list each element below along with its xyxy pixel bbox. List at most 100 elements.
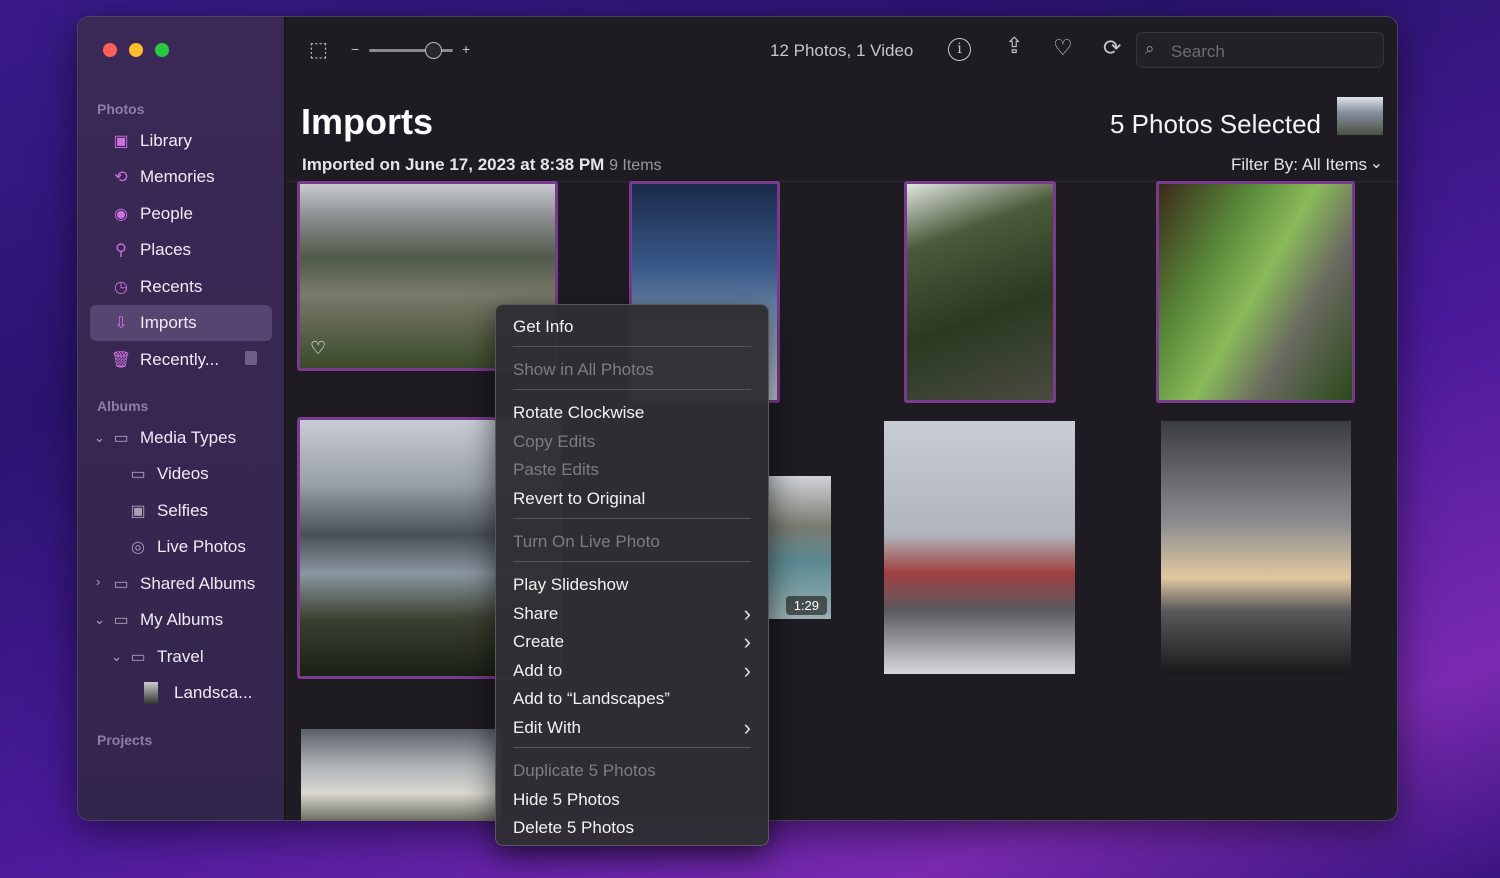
- rotate-icon[interactable]: ⟳: [1103, 35, 1121, 61]
- label: Library: [140, 131, 192, 150]
- search-input[interactable]: ⌕ Search: [1136, 32, 1384, 68]
- menu-item-label: Show in All Photos: [513, 360, 654, 379]
- filter-dropdown[interactable]: Filter By: All Items: [1231, 155, 1367, 175]
- sidebar: Photos ▣ Library ⟲ Memories ◉ People ⚲ Place…: [78, 17, 285, 820]
- chevron-down-icon[interactable]: ⌄: [111, 649, 122, 665]
- folder-icon: ▭: [130, 649, 146, 666]
- menu-separator: [513, 747, 751, 748]
- aspect-toggle-icon[interactable]: ⬚: [309, 37, 328, 62]
- photo-thumbnail[interactable]: [301, 729, 501, 821]
- item-total: 9 Items: [609, 157, 662, 174]
- selfie-icon: ▣: [130, 503, 146, 520]
- menu-item[interactable]: Revert to Original: [513, 487, 751, 511]
- video-thumbnail[interactable]: 1:29: [769, 476, 831, 619]
- menu-separator: [513, 389, 751, 390]
- chevron-right-icon[interactable]: ›: [96, 574, 100, 589]
- sidebar-item-library[interactable]: ▣ Library: [110, 123, 192, 159]
- selection-thumbnail: [1337, 97, 1383, 135]
- item-count: 12 Photos, 1 Video: [770, 41, 914, 60]
- zoom-in-icon[interactable]: +: [462, 41, 470, 57]
- menu-item-label: Add to “Landscapes”: [513, 689, 670, 708]
- live-photo-icon: ◎: [131, 539, 145, 556]
- sidebar-item-people[interactable]: ◉ People: [110, 196, 193, 232]
- sidebar-item-imports[interactable]: ⇩ Imports: [110, 305, 197, 341]
- menu-item[interactable]: Delete 5 Photos: [513, 816, 751, 840]
- trash-icon: 🗑: [110, 352, 132, 369]
- label: Live Photos: [157, 537, 246, 556]
- menu-item: Duplicate 5 Photos: [513, 759, 751, 783]
- chevron-down-icon[interactable]: ⌄: [94, 612, 105, 628]
- places-icon: ⚲: [115, 242, 127, 259]
- menu-item-label: Play Slideshow: [513, 575, 629, 594]
- chevron-down-icon[interactable]: ⌄: [94, 430, 105, 446]
- sidebar-item-my-albums[interactable]: ▭ My Albums: [110, 602, 223, 638]
- sidebar-item-landscapes[interactable]: Landsca...: [144, 675, 252, 711]
- zoom-slider-thumb[interactable]: [425, 42, 442, 59]
- sidebar-item-recents[interactable]: ◷ Recents: [110, 269, 202, 305]
- menu-item[interactable]: Rotate Clockwise: [513, 401, 751, 425]
- label: Videos: [157, 464, 209, 483]
- menu-separator: [513, 346, 751, 347]
- search-placeholder: Search: [1171, 42, 1225, 61]
- menu-item[interactable]: Share ›: [513, 602, 751, 626]
- menu-item: Turn On Live Photo: [513, 530, 751, 554]
- minimize-button[interactable]: [129, 43, 143, 57]
- menu-item[interactable]: Create ›: [513, 630, 751, 654]
- shared-album-icon: ▭: [113, 576, 129, 593]
- menu-item-label: Get Info: [513, 317, 574, 336]
- menu-item-label: Share: [513, 604, 559, 623]
- chevron-down-icon[interactable]: ⌄: [1370, 153, 1383, 173]
- chevron-right-icon: ›: [743, 715, 751, 740]
- import-date: Imported on June 17, 2023 at 8:38 PM 9 I…: [302, 155, 662, 175]
- menu-item[interactable]: Play Slideshow: [513, 573, 751, 597]
- heart-icon[interactable]: ♡: [1053, 35, 1073, 61]
- recents-icon: ◷: [114, 279, 128, 296]
- menu-item[interactable]: Add to ›: [513, 659, 751, 683]
- menu-item[interactable]: Add to “Landscapes”: [513, 687, 751, 711]
- menu-item-label: Copy Edits: [513, 432, 596, 451]
- label: Imports: [140, 313, 197, 332]
- menu-item-label: Paste Edits: [513, 460, 599, 479]
- share-icon[interactable]: ⇪: [1005, 33, 1023, 59]
- selection-count: 5 Photos Selected: [1109, 109, 1321, 139]
- sidebar-item-videos[interactable]: ▭ Videos: [127, 456, 209, 492]
- sidebar-item-travel[interactable]: ▭ Travel: [127, 639, 203, 675]
- favorite-heart-icon[interactable]: ♡: [310, 338, 326, 359]
- people-icon: ◉: [114, 206, 128, 223]
- label: People: [140, 204, 193, 223]
- label: Media Types: [140, 428, 237, 447]
- photo-thumbnail[interactable]: [904, 181, 1056, 403]
- label: Shared Albums: [140, 574, 256, 593]
- menu-item: Copy Edits: [513, 430, 751, 454]
- lock-icon: [245, 351, 257, 365]
- zoom-out-icon[interactable]: −: [351, 41, 359, 57]
- menu-item[interactable]: Get Info: [513, 315, 751, 339]
- menu-separator: [513, 561, 751, 562]
- menu-item-label: Revert to Original: [513, 489, 646, 508]
- sidebar-item-recently-deleted[interactable]: 🗑 Recently...: [110, 342, 219, 378]
- sidebar-item-shared-albums[interactable]: ▭ Shared Albums: [110, 566, 255, 602]
- sidebar-item-media-types[interactable]: ▭ Media Types: [110, 420, 236, 456]
- info-icon[interactable]: i: [948, 38, 971, 61]
- sidebar-item-memories[interactable]: ⟲ Memories: [110, 159, 214, 195]
- menu-item: Paste Edits: [513, 458, 751, 482]
- sidebar-item-live-photos[interactable]: ◎ Live Photos: [127, 529, 246, 565]
- close-button[interactable]: [103, 43, 117, 57]
- menu-item[interactable]: Edit With ›: [513, 716, 751, 740]
- section-albums: Albums: [97, 398, 149, 414]
- label: Recents: [140, 277, 203, 296]
- section-projects: Projects: [97, 732, 153, 748]
- photo-thumbnail[interactable]: [884, 421, 1075, 674]
- zoom-button[interactable]: [155, 43, 169, 57]
- menu-separator: [513, 518, 751, 519]
- menu-item[interactable]: Hide 5 Photos: [513, 788, 751, 812]
- menu-item-label: Hide 5 Photos: [513, 790, 620, 809]
- sidebar-item-places[interactable]: ⚲ Places: [110, 232, 191, 268]
- menu-item-label: Create: [513, 632, 565, 651]
- sidebar-item-selfies[interactable]: ▣ Selfies: [127, 493, 208, 529]
- photo-thumbnail[interactable]: [1156, 181, 1355, 403]
- label: Selfies: [157, 501, 209, 520]
- search-icon: ⌕: [1145, 39, 1155, 58]
- photo-thumbnail[interactable]: [1161, 421, 1351, 674]
- label: My Albums: [140, 610, 224, 629]
